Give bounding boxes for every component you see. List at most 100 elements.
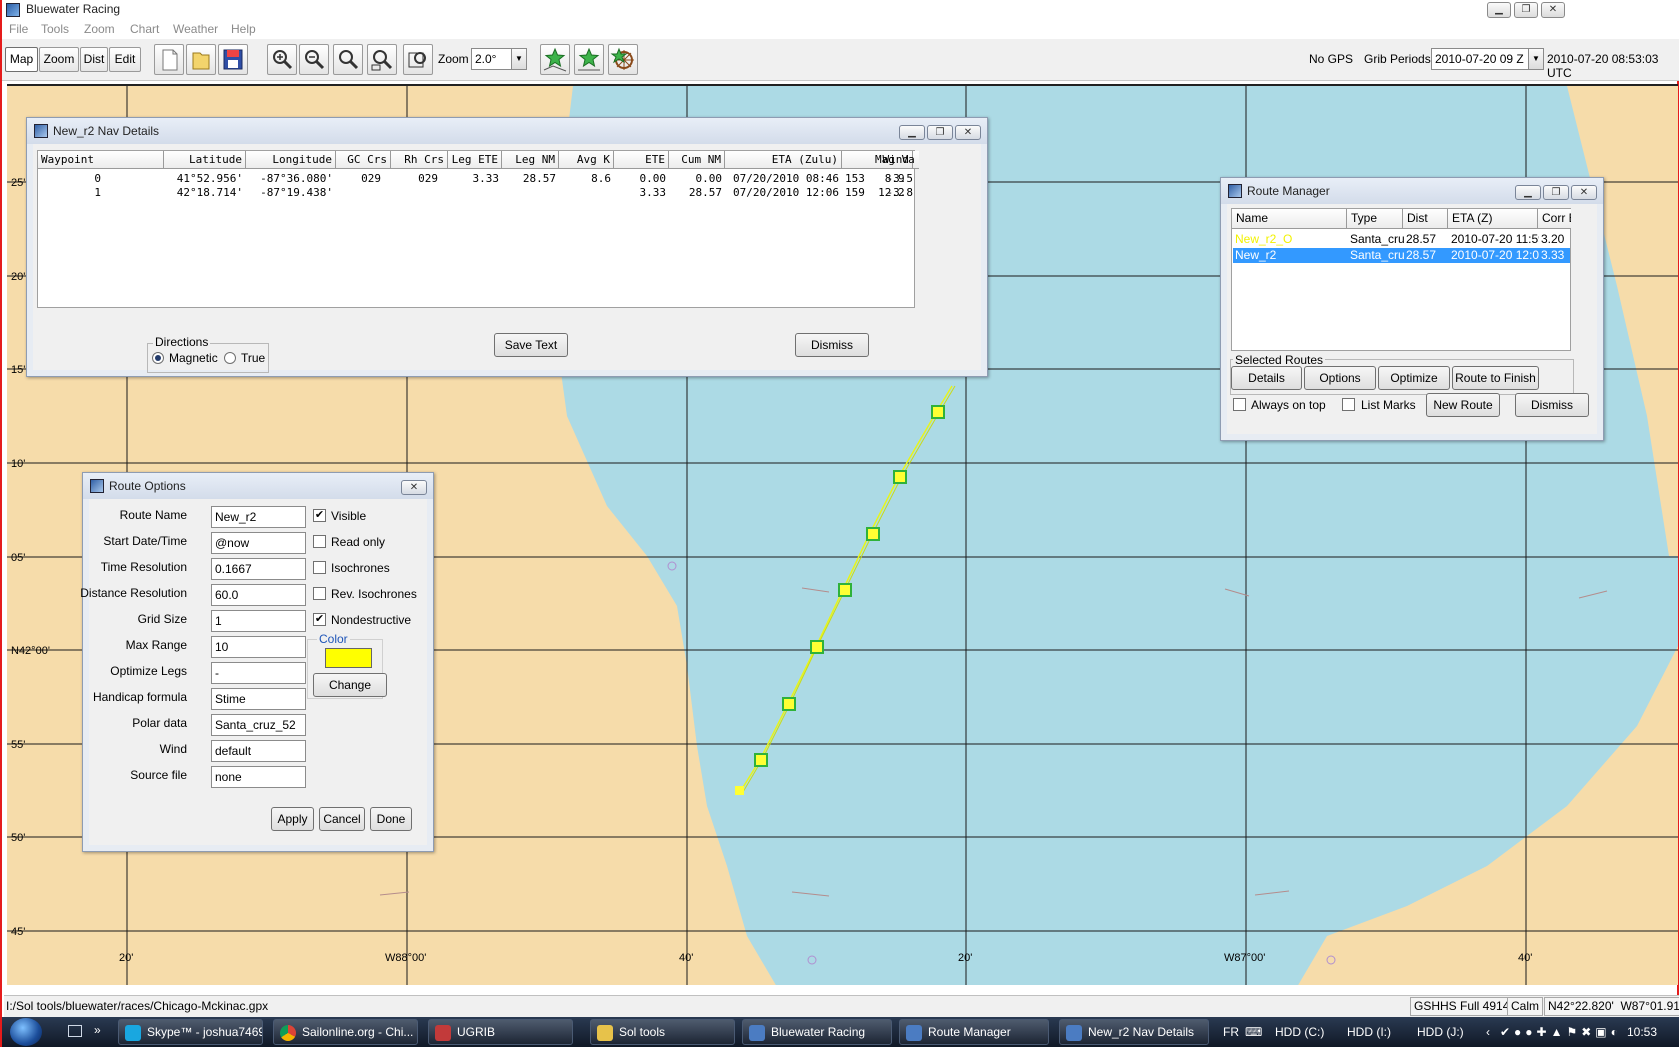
close-icon[interactable]: ✕ xyxy=(401,480,427,495)
time-resolution-field[interactable]: 0.1667 xyxy=(211,558,306,580)
polar-data-field[interactable]: Santa_cruz_52 xyxy=(211,714,306,736)
tray-icons[interactable]: ✔●●✚▲⚑✖▣◐ xyxy=(1500,1025,1622,1039)
source-file-field[interactable]: none xyxy=(211,766,306,788)
mode-dist-button[interactable]: Dist xyxy=(80,47,108,72)
col-header[interactable]: Type xyxy=(1347,209,1403,229)
route-wheel-icon[interactable] xyxy=(608,44,638,75)
route-list[interactable]: Name Type Dist ETA (Z) Corr ETE New_r2_O… xyxy=(1231,208,1571,351)
apply-button[interactable]: Apply xyxy=(271,807,314,831)
quick-launch-chevron-icon[interactable]: » xyxy=(94,1023,101,1037)
task-bluewater-racing[interactable]: Bluewater Racing xyxy=(742,1019,892,1045)
nondestructive-checkbox[interactable]: ✔ xyxy=(313,613,326,626)
wind-field[interactable]: default xyxy=(211,740,306,762)
tray-expand-icon[interactable]: ‹ xyxy=(1486,1025,1490,1039)
col-header[interactable]: Dist xyxy=(1403,209,1448,229)
new-file-icon[interactable] xyxy=(154,44,184,75)
open-folder-icon[interactable] xyxy=(186,44,216,75)
show-desktop-icon[interactable] xyxy=(68,1025,82,1037)
col-header[interactable]: ETA (Zulu) xyxy=(725,151,842,169)
col-header[interactable]: Latitude xyxy=(164,151,246,169)
clock[interactable]: 10:53 xyxy=(1627,1025,1657,1039)
maximize-button[interactable]: ❐ xyxy=(1514,2,1538,18)
route-manager-titlebar[interactable]: Route Manager ▁ ❐ ✕ xyxy=(1221,178,1603,204)
close-icon[interactable]: ✕ xyxy=(955,125,981,140)
route-star-add-icon[interactable] xyxy=(574,44,604,75)
mode-zoom-button[interactable]: Zoom xyxy=(39,47,79,72)
mode-map-button[interactable]: Map xyxy=(5,47,38,72)
col-header[interactable]: Leg ETE xyxy=(448,151,502,169)
col-header[interactable]: GC Crs xyxy=(336,151,391,169)
col-header[interactable]: ETA (Z) xyxy=(1448,209,1538,229)
col-header[interactable]: Leg NM xyxy=(502,151,559,169)
zoom-out-icon[interactable] xyxy=(299,44,329,75)
mode-edit-button[interactable]: Edit xyxy=(109,47,141,72)
done-button[interactable]: Done xyxy=(370,807,412,831)
rev-isochrones-checkbox[interactable] xyxy=(313,587,326,600)
col-header[interactable]: Name xyxy=(1232,209,1347,229)
language-indicator[interactable]: FR xyxy=(1223,1025,1239,1039)
task-route-manager[interactable]: Route Manager xyxy=(899,1019,1049,1045)
col-header[interactable]: Cum NM xyxy=(669,151,725,169)
optimize-legs-field[interactable]: - xyxy=(211,662,306,684)
route-row[interactable]: New_r2_O Santa_cruz_ 28.57 2010-07-20 11… xyxy=(1233,232,1570,247)
route-row-selected[interactable]: New_r2 Santa_cruz_ 28.57 2010-07-20 12:0… xyxy=(1233,248,1570,263)
close-button[interactable]: ✕ xyxy=(1541,2,1565,18)
nav-details-titlebar[interactable]: New_r2 Nav Details ▁ ❐ ✕ xyxy=(27,118,987,144)
maximize-icon[interactable]: ❐ xyxy=(1543,185,1569,200)
options-button[interactable]: Options xyxy=(1304,366,1376,390)
close-icon[interactable]: ✕ xyxy=(1571,185,1597,200)
isochrones-checkbox[interactable] xyxy=(313,561,326,574)
col-header[interactable]: Mag Var xyxy=(872,151,916,169)
drive-c[interactable]: HDD (C:) xyxy=(1275,1025,1324,1039)
menu-zoom[interactable]: Zoom xyxy=(84,22,115,36)
col-header[interactable]: Avg K xyxy=(559,151,614,169)
cancel-button[interactable]: Cancel xyxy=(319,807,365,831)
drive-i[interactable]: HDD (I:) xyxy=(1347,1025,1391,1039)
menu-weather[interactable]: Weather xyxy=(173,22,218,36)
col-header[interactable]: Waypoint xyxy=(38,151,164,169)
col-header[interactable]: ETE xyxy=(614,151,669,169)
task-skype[interactable]: Skype™ - joshua7469 xyxy=(118,1019,263,1045)
start-button[interactable] xyxy=(10,1018,42,1046)
chevron-down-icon[interactable]: ▼ xyxy=(511,49,526,69)
distance-resolution-field[interactable]: 60.0 xyxy=(211,584,306,606)
save-disk-icon[interactable] xyxy=(218,44,248,75)
col-header[interactable]: Rh Crs xyxy=(391,151,448,169)
route-name-field[interactable]: New_r2 xyxy=(211,506,306,528)
zoom-window-icon[interactable] xyxy=(403,44,433,75)
visible-checkbox[interactable]: ✔ xyxy=(313,509,326,522)
start-date-field[interactable]: @now xyxy=(211,532,306,554)
task-nav-details[interactable]: New_r2 Nav Details xyxy=(1059,1019,1209,1045)
max-range-field[interactable]: 10 xyxy=(211,636,306,658)
grid-size-field[interactable]: 1 xyxy=(211,610,306,632)
change-color-button[interactable]: Change xyxy=(313,673,387,697)
new-route-button[interactable]: New Route xyxy=(1426,393,1500,417)
list-marks-checkbox[interactable] xyxy=(1342,398,1355,411)
true-radio[interactable] xyxy=(224,352,236,364)
save-text-button[interactable]: Save Text xyxy=(494,333,568,357)
col-header[interactable]: Corr ETE xyxy=(1538,209,1571,229)
drive-j[interactable]: HDD (J:) xyxy=(1417,1025,1464,1039)
col-header[interactable]: Longitude xyxy=(246,151,336,169)
zoom-fit-icon[interactable] xyxy=(367,44,397,75)
menu-file[interactable]: File xyxy=(9,22,28,36)
minimize-button[interactable]: ▁ xyxy=(1487,2,1511,18)
zoom-route-icon[interactable] xyxy=(333,44,363,75)
task-ugrib[interactable]: UGRIB xyxy=(428,1019,573,1045)
route-to-finish-button[interactable]: Route to Finish xyxy=(1452,366,1539,390)
task-sol-tools[interactable]: Sol tools xyxy=(590,1019,735,1045)
menu-chart[interactable]: Chart xyxy=(130,22,159,36)
keyboard-icon[interactable]: ⌨ xyxy=(1245,1025,1262,1039)
task-sailonline[interactable]: Sailonline.org - Chi... xyxy=(273,1019,418,1045)
zoom-select[interactable]: 2.0° ▼ xyxy=(471,48,527,70)
route-star-icon[interactable] xyxy=(540,44,570,75)
grib-period-select[interactable]: 2010-07-20 09 Z ▼ xyxy=(1431,48,1544,70)
route-options-titlebar[interactable]: Route Options ✕ xyxy=(83,473,433,499)
magnetic-radio[interactable] xyxy=(152,352,164,364)
minimize-icon[interactable]: ▁ xyxy=(1515,185,1541,200)
chevron-down-icon[interactable]: ▼ xyxy=(1528,49,1543,69)
optimize-button[interactable]: Optimize xyxy=(1378,366,1450,390)
details-button[interactable]: Details xyxy=(1231,366,1302,390)
route-manager-dismiss-button[interactable]: Dismiss xyxy=(1515,393,1589,417)
nav-dismiss-button[interactable]: Dismiss xyxy=(795,333,869,357)
